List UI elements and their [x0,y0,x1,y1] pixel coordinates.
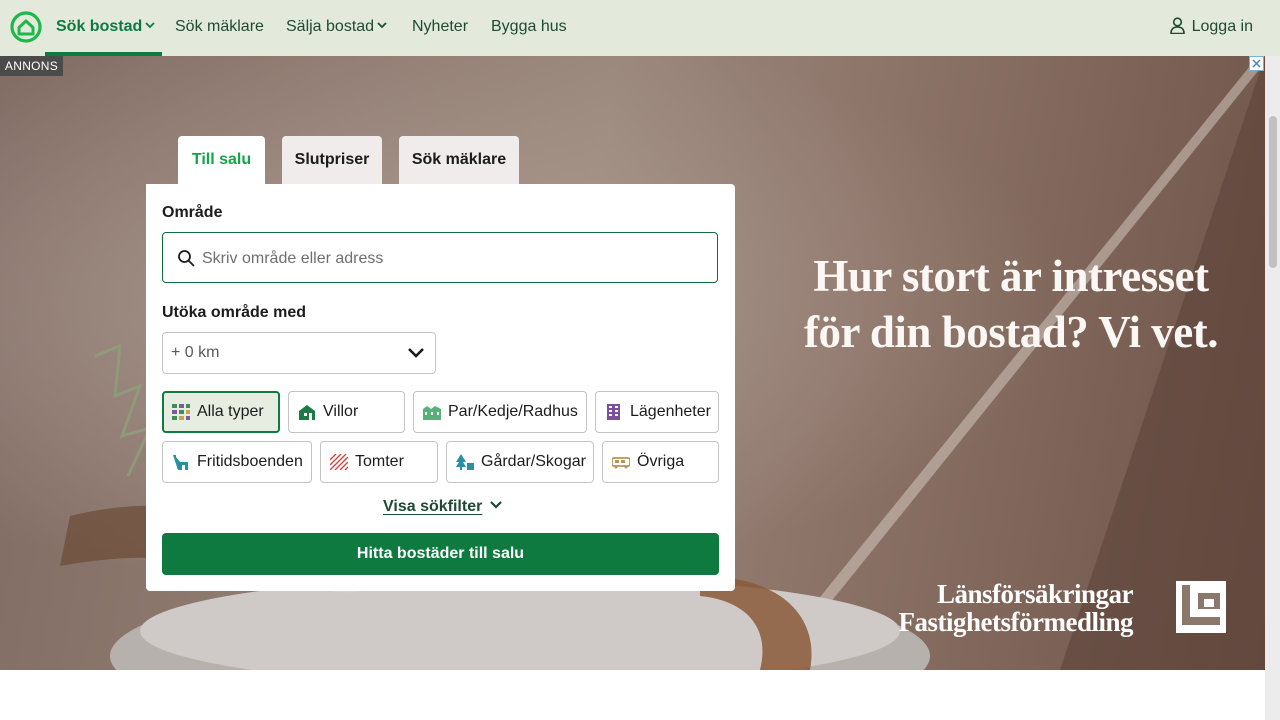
nav-item-label: Sälja bostad [286,18,375,35]
nav-item-salja-bostad[interactable]: Sälja bostad [286,0,387,56]
type-label: Villor [323,403,359,420]
chevron-down-icon [145,22,155,29]
nav-item-sok-maklare[interactable]: Sök mäklare [175,0,264,56]
nav-item-label: Sök mäklare [175,18,264,35]
tab-till-salu[interactable]: Till salu [178,136,265,184]
advertiser-name-line: Länsförsäkringar [936,579,1134,609]
ad-headline-line: för din bostad? Vi vet. [804,307,1218,357]
cottage-icon [173,455,188,470]
ad-close-icon[interactable] [1249,56,1264,71]
top-navigation: Sök bostad Sök mäklare Sälja bostad Nyhe… [0,0,1280,56]
login-button[interactable]: Logga in [1169,0,1253,56]
rowhouse-icon [423,406,441,420]
type-ovriga[interactable]: Övriga [602,441,719,483]
type-label: Gårdar/Skogar [481,453,586,470]
apartment-icon [607,404,620,420]
chevron-down-icon [490,501,503,509]
advertiser-logo: Länsförsäkringar Fastighetsförmedling [898,580,1228,640]
nav-item-label: Sök bostad [56,18,143,35]
villa-icon [299,405,315,420]
search-input[interactable] [200,233,704,284]
house-logo-icon[interactable] [10,11,42,43]
type-lagenheter[interactable]: Lägenheter [595,391,719,433]
nav-item-bygga-hus[interactable]: Bygga hus [491,0,567,56]
type-label: Tomter [355,453,404,470]
expand-area-value: + 0 km [171,344,220,361]
area-search-field[interactable] [162,232,718,284]
tab-slutpriser[interactable]: Slutpriser [282,136,382,184]
nav-item-label: Bygga hus [491,18,567,35]
plot-icon [330,454,348,470]
nav-item-sok-bostad[interactable]: Sök bostad [56,0,155,56]
advertiser-name-line: Fastighetsförmedling [898,607,1134,637]
type-label: Lägenheter [630,403,711,420]
login-label: Logga in [1191,18,1253,35]
type-tomter[interactable]: Tomter [320,441,438,483]
scrollbar-thumb[interactable] [1269,116,1277,268]
ad-headline: Hur stort är intresset för din bostad? V… [780,248,1242,360]
type-par-kedje-radhus[interactable]: Par/Kedje/Radhus [413,391,587,433]
type-gardar-skogar[interactable]: Gårdar/Skogar [446,441,594,483]
advertiser-mark-icon [1176,581,1226,633]
grid-icon [172,404,190,420]
nav-item-nyheter[interactable]: Nyheter [412,0,468,56]
area-label: Område [162,204,223,221]
other-icon [612,457,630,469]
ad-badge: ANNONS [0,56,63,76]
search-card: Område Utöka område med + 0 km Alla type… [146,184,735,591]
user-icon [1169,17,1185,35]
search-icon [178,250,195,267]
nav-item-label: Nyheter [412,18,469,35]
page-scrollbar[interactable] [1265,56,1280,720]
type-label: Fritidsboenden [197,453,303,470]
ad-headline-line: Hur stort är intresset [813,251,1209,301]
chevron-down-icon [408,348,424,358]
expand-area-select[interactable]: + 0 km [162,332,436,374]
type-label: Alla typer [197,403,264,420]
find-homes-button[interactable]: Hitta bostäder till salu [162,533,719,575]
type-villor[interactable]: Villor [288,391,405,433]
expand-area-label: Utöka område med [162,304,307,321]
farm-icon [456,454,474,470]
type-label: Par/Kedje/Radhus [448,403,578,420]
chevron-down-icon [377,22,387,29]
type-label: Övriga [637,453,685,470]
type-fritidsboenden[interactable]: Fritidsboenden [162,441,312,483]
tab-sok-maklare[interactable]: Sök mäklare [399,136,519,184]
type-alla-typer[interactable]: Alla typer [162,391,280,433]
show-filters-link[interactable]: Visa sökfilter [383,498,503,516]
show-filters-label: Visa sökfilter [383,498,483,515]
